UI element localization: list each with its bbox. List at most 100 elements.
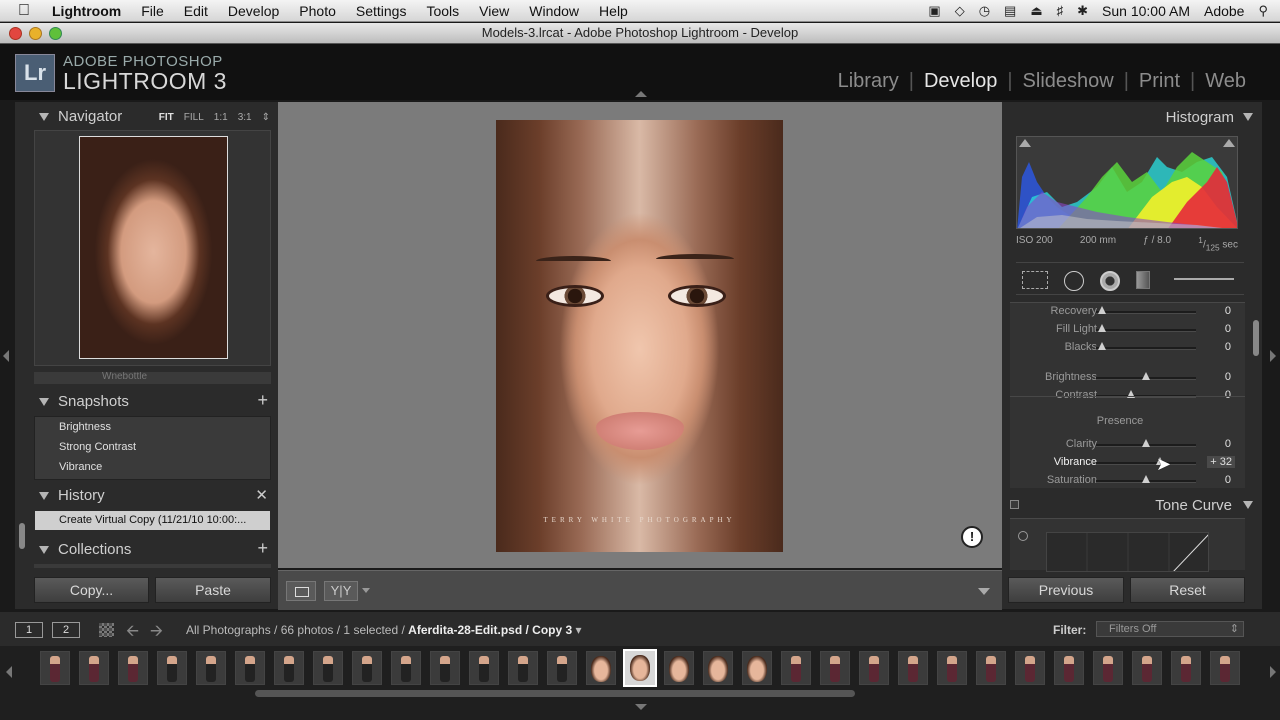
clear-history-icon[interactable]: ✕ xyxy=(255,486,268,504)
filmstrip-thumbnail[interactable] xyxy=(820,651,850,685)
zoom-3-1[interactable]: 3:1 xyxy=(238,112,252,123)
filter-stepper-icon[interactable]: ⇕ xyxy=(1230,622,1239,636)
slider-thumb-icon[interactable] xyxy=(1098,342,1106,350)
slider-row-fill-light[interactable]: Fill Light 0 xyxy=(1010,321,1245,339)
target-adjustment-icon[interactable] xyxy=(1018,531,1028,541)
slider-track[interactable] xyxy=(1096,329,1196,332)
slider-track[interactable] xyxy=(1096,462,1196,465)
filmstrip-thumbnail[interactable] xyxy=(469,651,499,685)
filmstrip-thumbnail[interactable] xyxy=(79,651,109,685)
zoom-stepper-icon[interactable]: ⇕ xyxy=(262,112,270,123)
back-arrow-icon[interactable]: 🡨 xyxy=(126,620,139,647)
add-collection-icon[interactable]: + xyxy=(257,538,268,559)
menu-help[interactable]: Help xyxy=(589,3,638,19)
slider-track[interactable] xyxy=(1096,311,1196,314)
filmstrip-thumbnail[interactable] xyxy=(1054,651,1084,685)
module-library[interactable]: Library xyxy=(828,70,909,93)
collapse-bottom-icon[interactable] xyxy=(635,704,647,710)
snapshots-header[interactable]: Snapshots + xyxy=(15,389,278,415)
presets-partial-item[interactable]: Wnebottle xyxy=(34,372,271,384)
disclosure-triangle-icon[interactable] xyxy=(1243,113,1253,121)
spot-removal-icon[interactable] xyxy=(1064,271,1084,291)
toolbar-menu-icon[interactable] xyxy=(978,588,990,595)
display-icon[interactable]: ▤ xyxy=(1004,3,1016,19)
panel-switch-icon[interactable] xyxy=(1010,500,1019,509)
grid-view-icon[interactable] xyxy=(99,623,114,637)
copy-settings-button[interactable]: Copy... xyxy=(34,577,149,603)
filmstrip-source[interactable]: All Photographs / 66 photos / 1 selected… xyxy=(186,623,582,637)
crop-overlay-icon[interactable] xyxy=(1022,271,1048,289)
slider-value[interactable]: 0 xyxy=(1225,474,1231,486)
filter-dropdown[interactable]: Filters Off ⇕ xyxy=(1096,621,1244,637)
collections-header[interactable]: Collections + xyxy=(15,537,278,563)
missing-file-warning-icon[interactable]: ! xyxy=(961,526,983,548)
wifi-icon[interactable]: ◇ xyxy=(955,3,965,19)
source-dropdown-icon[interactable]: ▾ xyxy=(576,623,582,637)
filmstrip-thumbnail[interactable] xyxy=(313,651,343,685)
slider-value[interactable]: 0 xyxy=(1225,341,1231,353)
filmstrip-thumbnail[interactable] xyxy=(898,651,928,685)
slider-thumb-icon[interactable] xyxy=(1098,324,1106,332)
collapse-right-icon[interactable] xyxy=(1270,350,1276,362)
minimize-window-icon[interactable] xyxy=(29,27,42,40)
zoom-fit[interactable]: FIT xyxy=(159,112,174,123)
time-machine-icon[interactable]: ◷ xyxy=(979,3,990,19)
navigator-image[interactable] xyxy=(79,136,228,359)
slider-row-blacks[interactable]: Blacks 0 xyxy=(1010,339,1245,357)
paste-settings-button[interactable]: Paste xyxy=(155,577,271,603)
history-item-selected[interactable]: Create Virtual Copy (11/21/10 10:00:... xyxy=(35,511,270,530)
previous-button[interactable]: Previous xyxy=(1008,577,1124,603)
slider-value[interactable]: 0 xyxy=(1225,323,1231,335)
module-slideshow[interactable]: Slideshow xyxy=(1013,70,1124,93)
zoom-fill[interactable]: FILL xyxy=(184,112,204,123)
slider-thumb-icon[interactable] xyxy=(1098,306,1106,314)
before-after-dropdown-icon[interactable] xyxy=(362,588,370,593)
filmstrip-thumbnail[interactable] xyxy=(235,651,265,685)
menubar-clock[interactable]: Sun 10:00 AM xyxy=(1102,3,1190,19)
volume-icon[interactable]: ♯ xyxy=(1057,3,1064,18)
slider-row-clarity[interactable]: Clarity 0 xyxy=(1010,436,1245,454)
module-web[interactable]: Web xyxy=(1195,70,1256,93)
slider-value[interactable]: 0 xyxy=(1225,305,1231,317)
history-header[interactable]: History ✕ xyxy=(15,483,278,509)
filmstrip-thumbnail[interactable] xyxy=(508,651,538,685)
slider-row-brightness[interactable]: Brightness 0 xyxy=(1010,369,1245,387)
filmstrip-thumbnail[interactable] xyxy=(274,651,304,685)
filmstrip-thumbnail[interactable] xyxy=(157,651,187,685)
histogram-title[interactable]: Histogram xyxy=(1166,109,1234,126)
left-panel-scrollbar[interactable] xyxy=(19,523,25,549)
module-print[interactable]: Print xyxy=(1129,70,1190,93)
graduated-filter-icon[interactable] xyxy=(1136,271,1150,289)
slider-row-recovery[interactable]: Recovery 0 xyxy=(1010,303,1245,321)
menu-develop[interactable]: Develop xyxy=(218,3,289,19)
menu-edit[interactable]: Edit xyxy=(174,3,218,19)
filmstrip-thumbnail[interactable] xyxy=(1093,651,1123,685)
red-eye-icon[interactable] xyxy=(1100,271,1120,291)
filmstrip-thumbnail[interactable] xyxy=(391,651,421,685)
navigator-preview[interactable] xyxy=(34,130,271,366)
menu-window[interactable]: Window xyxy=(519,3,589,19)
slider-thumb-icon[interactable] xyxy=(1142,372,1150,380)
collapse-top-icon[interactable] xyxy=(635,91,647,97)
snapshot-item[interactable]: Strong Contrast xyxy=(35,437,270,457)
close-window-icon[interactable] xyxy=(9,27,22,40)
filmstrip-left-icon[interactable] xyxy=(6,666,12,678)
filmstrip-thumbnail[interactable] xyxy=(703,651,733,685)
filmstrip-thumbnail[interactable] xyxy=(586,651,616,685)
filmstrip-thumbnail[interactable] xyxy=(664,651,694,685)
slider-row-saturation[interactable]: Saturation 0 xyxy=(1010,472,1245,490)
slider-value[interactable]: 0 xyxy=(1225,371,1231,383)
filmstrip-thumbnail-selected[interactable] xyxy=(623,649,657,687)
collapse-left-icon[interactable] xyxy=(3,350,9,362)
adjustment-brush-icon[interactable] xyxy=(1174,278,1234,280)
slider-value[interactable]: 0 xyxy=(1225,389,1231,401)
main-screen-button[interactable]: 1 xyxy=(15,622,43,638)
menu-file[interactable]: File xyxy=(131,3,174,19)
shadow-clipping-icon[interactable] xyxy=(1019,139,1031,147)
before-after-view-icon[interactable]: Y|Y xyxy=(324,581,358,601)
reset-button[interactable]: Reset xyxy=(1130,577,1245,603)
menu-tools[interactable]: Tools xyxy=(416,3,469,19)
filmstrip-scrollbar[interactable] xyxy=(255,690,855,697)
main-photo[interactable]: TERRY WHITE PHOTOGRAPHY xyxy=(496,120,783,552)
menu-view[interactable]: View xyxy=(469,3,519,19)
